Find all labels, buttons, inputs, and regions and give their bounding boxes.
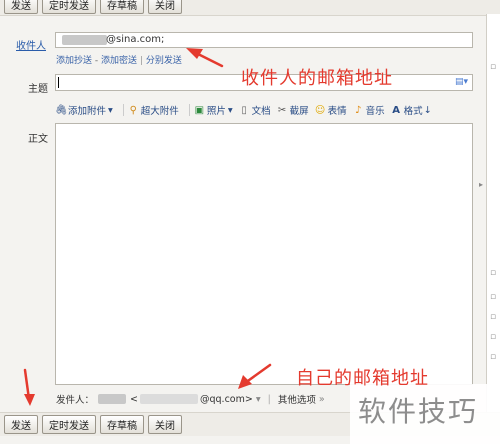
other-options-link[interactable]: 其他选项 [278,392,316,406]
format-label: 格式 [403,106,423,117]
panel-marker: ▫ [490,62,497,72]
sort-icon[interactable]: ▤▾ [455,77,468,87]
panel-marker: ▫ [490,312,497,322]
arrow-to-send-button [23,368,31,401]
separate-send-link[interactable]: 分别发送 [146,56,182,66]
doc-label: 文档 [251,106,271,117]
recipient-value: @sina.com; [106,34,165,45]
recipient-label[interactable]: 收件人 [16,37,46,52]
image-icon: ▣ [194,104,205,116]
sender-bracket: < [130,393,138,405]
redacted-name [98,394,127,404]
watermark-text: 软件技巧 [358,395,479,428]
panel-marker: ▫ [490,352,497,362]
divider [188,104,190,116]
photo-button[interactable]: ▣ 照片 ▾ [194,103,233,118]
schedule-send-button-top[interactable]: 定时发送 [42,0,96,14]
close-button-bottom[interactable]: 关闭 [148,415,182,434]
big-attach-button[interactable]: ⚲ 超大附件 [128,103,179,118]
emoji-button[interactable]: ☺ 表情 [314,103,347,118]
arrowhead-send [24,394,35,406]
send-button-top[interactable]: 发送 [4,0,38,14]
divider [122,104,124,116]
recipient-annotation: 收件人的邮箱地址 [241,68,393,89]
link-icon: ⚲ [129,104,137,116]
screenshot-label: 截屏 [289,106,309,117]
font-a-icon: A [392,104,401,116]
screenshot-button[interactable]: ✂ 截屏 [277,103,309,118]
music-note-icon: ♪ [354,104,362,116]
send-button-bottom[interactable]: 发送 [4,415,38,434]
recipient-options: 添加抄送 - 添加密送 | 分别发送 [56,53,182,66]
big-attach-label: 超大附件 [140,106,179,117]
redacted-email [62,35,107,45]
sender-email-tail[interactable]: @qq.com> [200,394,253,405]
add-bcc-link[interactable]: 添加密送 [101,56,137,66]
sender-dropdown-icon[interactable]: ▾ [256,394,261,405]
smiley-icon: ☺ [314,104,326,116]
attach-button[interactable]: 🖇 添加附件 ▾ [55,103,113,118]
link-separator: | [139,56,143,66]
save-draft-button-bottom[interactable]: 存草稿 [100,415,144,434]
photo-label: 照片 [206,106,226,117]
arrowhead-recipient [186,48,203,59]
chevron-down-icon[interactable]: » [319,394,325,405]
recipient-field[interactable]: @sina.com; [55,32,473,48]
panel-marker: ▫ [490,268,497,278]
divider: | [267,393,271,405]
sender-annotation: 自己的邮箱地址 [296,368,429,389]
subject-label: 主题 [28,84,48,95]
panel-marker: ▫ [490,292,497,302]
right-side-panel: ▫ ▫ ▫ ▫ ▫ ▫ [486,14,500,412]
body-editor[interactable] [55,123,473,385]
sender-row: 发件人： < @qq.com> ▾ | 其他选项 » [56,392,325,407]
scissors-icon: ✂ [277,104,287,116]
schedule-send-button-bottom[interactable]: 定时发送 [42,415,96,434]
sender-label: 发件人： [56,395,95,406]
text-cursor [58,77,59,88]
format-button[interactable]: A 格式 ↓ [391,103,431,118]
music-label: 音乐 [365,106,385,117]
format-toolbar: 🖇 添加附件 ▾ ⚲ 超大附件 ▣ 照片 ▾ ▯ 文档 ✂ 截屏 ☺ 表情 ♪ 音乐 A 格式 ↓ [55,103,438,117]
attach-label: 添加附件 [68,106,107,117]
redacted-email [139,394,198,404]
emoji-label: 表情 [327,106,347,117]
music-button[interactable]: ♪ 音乐 [353,103,385,118]
paperclip-icon: 🖇 [55,104,68,116]
collapse-panel-arrow[interactable]: ▸ [479,180,483,189]
top-toolbar: 发送 定时发送 存草稿 关闭 [0,0,500,16]
arrow-to-recipient [194,51,224,68]
body-label: 正文 [28,134,48,145]
document-icon: ▯ [241,104,247,116]
watermark: 软件技巧 [350,384,500,444]
link-dash: - [94,56,99,66]
panel-marker: ▫ [490,332,497,342]
add-cc-link[interactable]: 添加抄送 [56,56,92,66]
doc-button[interactable]: ▯ 文档 [239,103,271,118]
close-button-top[interactable]: 关闭 [148,0,182,14]
save-draft-button-top[interactable]: 存草稿 [100,0,144,14]
